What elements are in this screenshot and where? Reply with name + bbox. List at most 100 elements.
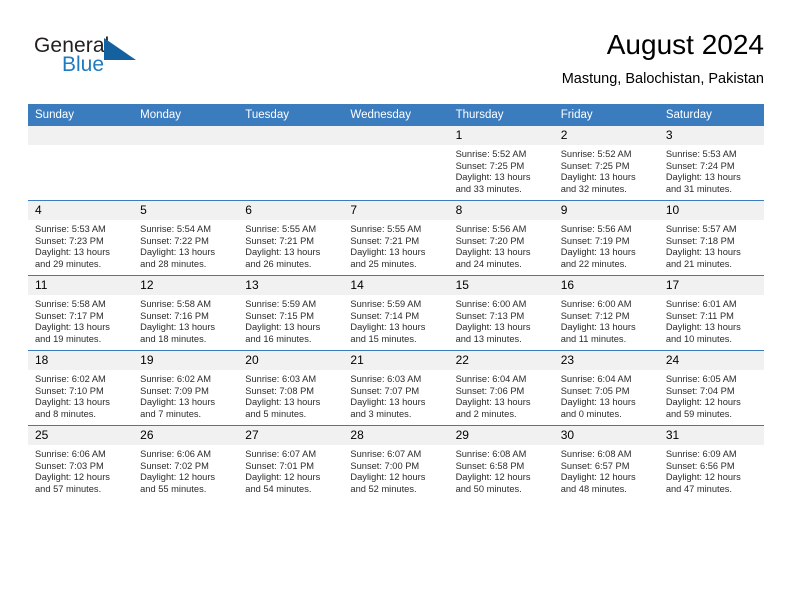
sunrise-time: Sunrise: 6:07 AM xyxy=(350,449,422,459)
daylight-duration-line2: and 47 minutes. xyxy=(665,483,732,494)
calendar-day-cell[interactable]: 5 Sunrise: 5:54 AM Sunset: 7:22 PM Daylight… xyxy=(133,200,239,276)
sunset-time: Sunset: 7:24 PM xyxy=(665,160,735,171)
day-details: Sunrise: 6:00 AM Sunset: 7:13 PM Daylight:… xyxy=(449,295,554,345)
day-details: Sunrise: 6:02 AM Sunset: 7:09 PM Daylight:… xyxy=(133,370,238,420)
weekday-header-sunday: Sunday xyxy=(28,104,134,126)
sunset-time: Sunset: 7:09 PM xyxy=(140,385,209,396)
sunset-time: Sunset: 7:22 PM xyxy=(140,235,209,246)
calendar-day-cell[interactable]: 4 Sunrise: 5:53 AM Sunset: 7:23 PM Daylight… xyxy=(28,200,134,276)
daylight-duration-line1: Daylight: 13 hours xyxy=(560,247,636,258)
calendar-day-cell[interactable]: 21 Sunrise: 6:03 AM Sunset: 7:07 PM Dayligh… xyxy=(343,350,449,426)
daylight-duration-line2: and 16 minutes. xyxy=(245,333,312,344)
day-details: Sunrise: 5:52 AM Sunset: 7:25 PM Daylight:… xyxy=(554,145,659,195)
sunset-time: Sunset: 7:06 PM xyxy=(455,385,525,396)
calendar-day-cell[interactable]: 18 Sunrise: 6:02 AM Sunset: 7:10 PM Dayligh… xyxy=(28,350,134,426)
day-number: 22 xyxy=(448,351,554,370)
day-number: 21 xyxy=(343,351,449,370)
calendar-day-cell-empty xyxy=(343,126,449,201)
daylight-duration-line1: Daylight: 12 hours xyxy=(560,472,636,483)
day-details: Sunrise: 6:09 AM Sunset: 6:56 PM Daylight:… xyxy=(659,445,764,495)
daylight-duration-line1: Daylight: 13 hours xyxy=(350,397,426,408)
calendar-day-cell[interactable]: 29 Sunrise: 6:08 AM Sunset: 6:58 PM Dayligh… xyxy=(448,425,554,500)
calendar-day-cell[interactable]: 6 Sunrise: 5:55 AM Sunset: 7:21 PM Daylight… xyxy=(238,200,344,276)
calendar-day-cell[interactable]: 15 Sunrise: 6:00 AM Sunset: 7:13 PM Dayligh… xyxy=(448,275,554,351)
weekday-header-thursday: Thursday xyxy=(448,104,554,126)
day-details: Sunrise: 6:02 AM Sunset: 7:10 PM Daylight:… xyxy=(28,370,133,420)
calendar-week-row: 4 Sunrise: 5:53 AM Sunset: 7:23 PM Daylight… xyxy=(28,200,764,276)
daylight-duration-line1: Daylight: 12 hours xyxy=(35,472,110,483)
daylight-duration-line2: and 21 minutes. xyxy=(665,258,732,269)
day-details: Sunrise: 6:06 AM Sunset: 7:02 PM Daylight:… xyxy=(133,445,238,495)
daylight-duration-line1: Daylight: 13 hours xyxy=(245,247,321,258)
sunrise-time: Sunrise: 6:01 AM xyxy=(665,299,737,309)
day-number: 19 xyxy=(133,351,239,370)
day-details: Sunrise: 6:06 AM Sunset: 7:03 PM Daylight:… xyxy=(28,445,133,495)
calendar-day-cell[interactable]: 23 Sunrise: 6:04 AM Sunset: 7:05 PM Dayligh… xyxy=(553,350,659,426)
sunrise-time: Sunrise: 5:53 AM xyxy=(665,149,737,159)
calendar-day-cell-empty xyxy=(28,126,134,201)
daylight-duration-line1: Daylight: 12 hours xyxy=(665,472,741,483)
daylight-duration-line1: Daylight: 13 hours xyxy=(140,397,216,408)
calendar-day-cell[interactable]: 31 Sunrise: 6:09 AM Sunset: 6:56 PM Dayligh… xyxy=(658,425,764,500)
sunrise-time: Sunrise: 6:06 AM xyxy=(140,449,211,459)
day-details: Sunrise: 5:54 AM Sunset: 7:22 PM Daylight:… xyxy=(133,220,238,270)
daylight-duration-line1: Daylight: 13 hours xyxy=(350,247,426,258)
daylight-duration-line1: Daylight: 13 hours xyxy=(35,247,110,258)
calendar-day-cell[interactable]: 1 Sunrise: 5:52 AM Sunset: 7:25 PM Daylight… xyxy=(448,126,554,201)
daylight-duration-line2: and 22 minutes. xyxy=(560,258,627,269)
calendar-day-cell[interactable]: 27 Sunrise: 6:07 AM Sunset: 7:01 PM Dayligh… xyxy=(238,425,344,500)
day-number: 20 xyxy=(238,351,344,370)
day-details: Sunrise: 5:59 AM Sunset: 7:15 PM Daylight:… xyxy=(238,295,343,345)
calendar-day-cell[interactable]: 8 Sunrise: 5:56 AM Sunset: 7:20 PM Daylight… xyxy=(448,200,554,276)
calendar-day-cell[interactable]: 2 Sunrise: 5:52 AM Sunset: 7:25 PM Daylight… xyxy=(553,126,659,201)
calendar-day-cell[interactable]: 16 Sunrise: 6:00 AM Sunset: 7:12 PM Dayligh… xyxy=(553,275,659,351)
day-details: Sunrise: 5:53 AM Sunset: 7:23 PM Daylight:… xyxy=(28,220,133,270)
page-header: General Blue August 2024 Mastung, Baloch… xyxy=(28,28,764,98)
sunset-time: Sunset: 7:10 PM xyxy=(35,385,104,396)
calendar-day-cell[interactable]: 17 Sunrise: 6:01 AM Sunset: 7:11 PM Dayligh… xyxy=(658,275,764,351)
title-block: August 2024 Mastung, Balochistan, Pakist… xyxy=(562,28,764,90)
calendar-page: General Blue August 2024 Mastung, Baloch… xyxy=(0,0,792,612)
daylight-duration-line1: Daylight: 13 hours xyxy=(35,397,110,408)
sunrise-time: Sunrise: 6:08 AM xyxy=(560,449,632,459)
calendar-day-cell[interactable]: 30 Sunrise: 6:08 AM Sunset: 6:57 PM Dayligh… xyxy=(553,425,659,500)
daylight-duration-line1: Daylight: 13 hours xyxy=(140,247,216,258)
day-details: Sunrise: 6:03 AM Sunset: 7:07 PM Daylight:… xyxy=(343,370,448,420)
day-details: Sunrise: 5:52 AM Sunset: 7:25 PM Daylight:… xyxy=(449,145,554,195)
calendar-day-cell[interactable]: 24 Sunrise: 6:05 AM Sunset: 7:04 PM Dayligh… xyxy=(658,350,764,426)
day-details: Sunrise: 5:57 AM Sunset: 7:18 PM Daylight:… xyxy=(659,220,764,270)
calendar-day-cell[interactable]: 10 Sunrise: 5:57 AM Sunset: 7:18 PM Dayligh… xyxy=(658,200,764,276)
calendar-day-cell[interactable]: 3 Sunrise: 5:53 AM Sunset: 7:24 PM Daylight… xyxy=(658,126,764,201)
sunset-time: Sunset: 7:19 PM xyxy=(560,235,630,246)
calendar-header-row: Sunday Monday Tuesday Wednesday Thursday… xyxy=(28,104,764,126)
calendar-day-cell[interactable]: 11 Sunrise: 5:58 AM Sunset: 7:17 PM Dayligh… xyxy=(28,275,134,351)
calendar-day-cell[interactable]: 20 Sunrise: 6:03 AM Sunset: 7:08 PM Dayligh… xyxy=(238,350,344,426)
day-number: 12 xyxy=(133,276,239,295)
calendar-day-cell[interactable]: 12 Sunrise: 5:58 AM Sunset: 7:16 PM Dayligh… xyxy=(133,275,239,351)
calendar-day-cell[interactable]: 7 Sunrise: 5:55 AM Sunset: 7:21 PM Daylight… xyxy=(343,200,449,276)
day-number: 28 xyxy=(343,426,449,445)
calendar-day-cell[interactable]: 14 Sunrise: 5:59 AM Sunset: 7:14 PM Dayligh… xyxy=(343,275,449,351)
sunrise-sunset-calendar: Sunday Monday Tuesday Wednesday Thursday… xyxy=(28,104,764,500)
day-number xyxy=(133,126,239,145)
calendar-day-cell[interactable]: 13 Sunrise: 5:59 AM Sunset: 7:15 PM Dayligh… xyxy=(238,275,344,351)
daylight-duration-line2: and 5 minutes. xyxy=(245,408,307,419)
weekday-header-friday: Friday xyxy=(553,104,659,126)
sunset-time: Sunset: 6:57 PM xyxy=(560,460,630,471)
calendar-day-cell[interactable]: 19 Sunrise: 6:02 AM Sunset: 7:09 PM Dayligh… xyxy=(133,350,239,426)
calendar-day-cell[interactable]: 22 Sunrise: 6:04 AM Sunset: 7:06 PM Dayligh… xyxy=(448,350,554,426)
daylight-duration-line1: Daylight: 13 hours xyxy=(665,322,741,333)
daylight-duration-line2: and 28 minutes. xyxy=(140,258,207,269)
daylight-duration-line1: Daylight: 13 hours xyxy=(245,322,321,333)
calendar-day-cell[interactable]: 25 Sunrise: 6:06 AM Sunset: 7:03 PM Dayligh… xyxy=(28,425,134,500)
day-number: 2 xyxy=(553,126,659,145)
day-details: Sunrise: 5:58 AM Sunset: 7:17 PM Daylight:… xyxy=(28,295,133,345)
calendar-day-cell[interactable]: 9 Sunrise: 5:56 AM Sunset: 7:19 PM Daylight… xyxy=(553,200,659,276)
day-details: Sunrise: 5:59 AM Sunset: 7:14 PM Daylight:… xyxy=(343,295,448,345)
calendar-day-cell[interactable]: 28 Sunrise: 6:07 AM Sunset: 7:00 PM Dayligh… xyxy=(343,425,449,500)
sunrise-time: Sunrise: 5:59 AM xyxy=(350,299,422,309)
brand-logo[interactable]: General Blue xyxy=(28,34,228,90)
calendar-day-cell[interactable]: 26 Sunrise: 6:06 AM Sunset: 7:02 PM Dayligh… xyxy=(133,425,239,500)
sunset-time: Sunset: 6:56 PM xyxy=(665,460,735,471)
sunrise-time: Sunrise: 6:04 AM xyxy=(455,374,527,384)
